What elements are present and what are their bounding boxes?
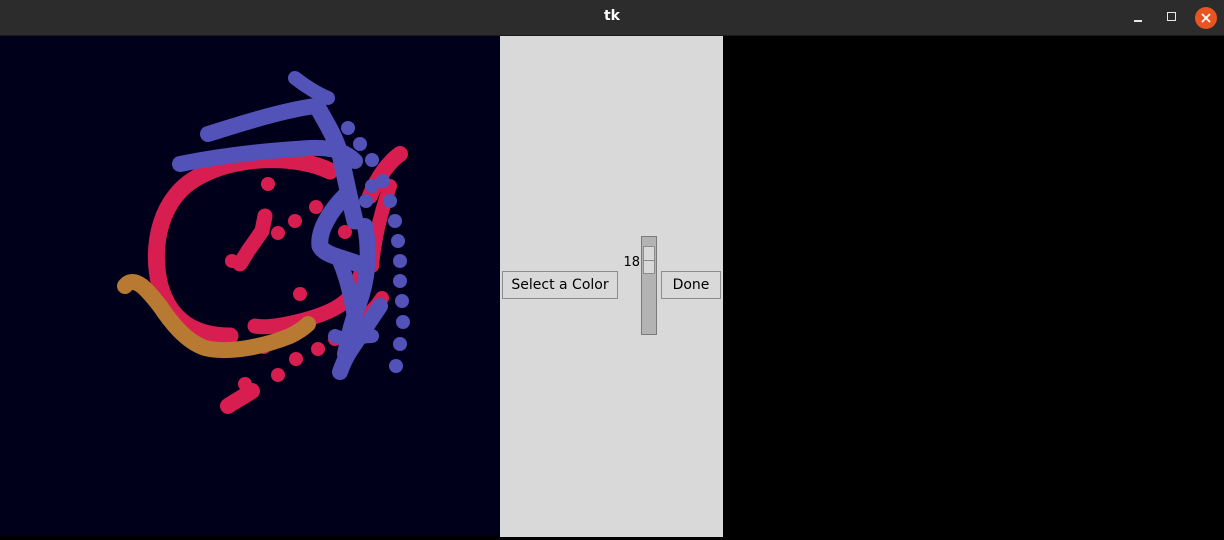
output-canvas[interactable] [723, 36, 1224, 537]
minimize-icon[interactable] [1127, 7, 1149, 29]
close-icon[interactable] [1195, 7, 1217, 29]
done-button[interactable]: Done [661, 271, 721, 299]
title-bar: tk [0, 0, 1224, 36]
blue-stroke [200, 98, 323, 142]
drawing-strokes [117, 71, 410, 414]
brush-size-value: 18 [623, 255, 640, 270]
red-stroke [232, 208, 273, 272]
blue-stroke [328, 329, 379, 346]
window-title: tk [603, 8, 620, 24]
maximize-icon[interactable] [1161, 7, 1183, 29]
brush-size-scale[interactable] [641, 236, 657, 335]
blue-stroke [288, 71, 335, 105]
scale-slider-thumb[interactable] [643, 246, 655, 274]
drawing-canvas[interactable] [0, 36, 500, 536]
red-stroke [220, 383, 260, 414]
select-color-button[interactable]: Select a Color [502, 271, 618, 299]
control-panel: Select a Color 18 Done [500, 36, 723, 537]
